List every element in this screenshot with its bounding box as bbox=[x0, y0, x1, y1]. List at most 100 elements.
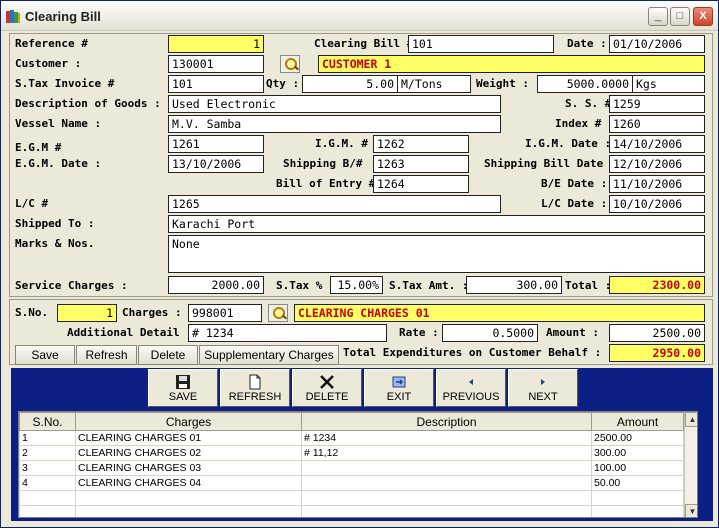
cell-charges: CLEARING CHARGES 03 bbox=[75, 460, 302, 476]
title-bar[interactable]: Clearing Bill _ □ X bbox=[1, 1, 718, 31]
customer-code-field[interactable]: 130001 bbox=[168, 55, 264, 73]
minimize-button[interactable]: _ bbox=[648, 7, 668, 26]
index-field[interactable]: 1260 bbox=[609, 115, 705, 133]
weight-field[interactable]: 5000.0000 bbox=[537, 75, 633, 93]
qty-field[interactable]: 5.00 bbox=[302, 75, 398, 93]
toolbar-previous-button[interactable]: PREVIOUS bbox=[436, 369, 506, 407]
toolbar-exit-button[interactable]: EXIT bbox=[364, 369, 434, 407]
total-field[interactable]: 2300.00 bbox=[609, 276, 705, 294]
supplementary-charges-button[interactable]: Supplementary Charges bbox=[199, 345, 339, 365]
rate-label: Rate : bbox=[399, 326, 439, 339]
be-date-field[interactable]: 11/10/2006 bbox=[609, 175, 705, 193]
close-button[interactable]: X bbox=[693, 7, 713, 26]
col-header-charges[interactable]: Charges bbox=[75, 412, 302, 431]
customer-search-icon[interactable] bbox=[280, 55, 300, 73]
shipping-bill-date-label: Shipping Bill Date : bbox=[484, 157, 617, 170]
shipped-to-field[interactable]: Karachi Port bbox=[168, 215, 705, 233]
igm-field[interactable]: 1262 bbox=[373, 135, 469, 153]
maximize-button[interactable]: □ bbox=[670, 7, 690, 26]
date-field[interactable]: 01/10/2006 bbox=[609, 35, 705, 53]
bill-of-entry-field[interactable]: 1264 bbox=[373, 175, 469, 193]
table-row-empty[interactable] bbox=[19, 490, 684, 506]
stax-pct-field[interactable]: 15.00% bbox=[330, 276, 383, 294]
charges-grid[interactable]: S.No. Charges Description Amount 1 CLEAR… bbox=[18, 411, 698, 518]
customer-label: Customer : bbox=[15, 57, 82, 70]
charges-name-field[interactable]: CLEARING CHARGES 01 bbox=[294, 304, 705, 322]
toolbar-save-button[interactable]: SAVE bbox=[148, 369, 218, 407]
delete-x-icon bbox=[320, 375, 334, 389]
ss-field[interactable]: 1259 bbox=[609, 95, 705, 113]
sno-label: S.No. : bbox=[15, 306, 62, 319]
date-label: Date : bbox=[567, 37, 607, 50]
shipping-b-field[interactable]: 1263 bbox=[373, 155, 469, 173]
additional-field[interactable]: # 1234 bbox=[188, 324, 387, 342]
lc-date-field[interactable]: 10/10/2006 bbox=[609, 195, 705, 213]
lc-field[interactable]: 1265 bbox=[168, 195, 501, 213]
table-row[interactable]: 1 CLEARING CHARGES 01 # 1234 2500.00 bbox=[19, 430, 684, 446]
amount-field[interactable]: 2500.00 bbox=[609, 324, 705, 342]
scroll-up-icon[interactable]: ▲ bbox=[685, 412, 697, 427]
cell-sno: 3 bbox=[19, 460, 76, 476]
col-header-sno[interactable]: S.No. bbox=[19, 412, 76, 431]
detail-refresh-button[interactable]: Refresh bbox=[76, 345, 137, 365]
cell-description: # 11,12 bbox=[301, 445, 592, 461]
service-charges-label: Service Charges : bbox=[15, 279, 128, 292]
cell-sno: 1 bbox=[19, 430, 76, 446]
igm-date-label: I.G.M. Date : bbox=[525, 137, 612, 150]
exit-icon bbox=[392, 376, 406, 388]
table-row[interactable]: 3 CLEARING CHARGES 03 100.00 bbox=[19, 460, 684, 476]
col-header-amount[interactable]: Amount bbox=[591, 412, 684, 431]
cell-description bbox=[301, 460, 592, 476]
shipped-to-label: Shipped To : bbox=[15, 217, 95, 230]
toolbar-delete-button[interactable]: DELETE bbox=[292, 369, 362, 407]
cell-charges: CLEARING CHARGES 01 bbox=[75, 430, 302, 446]
table-row[interactable]: 2 CLEARING CHARGES 02 # 11,12 300.00 bbox=[19, 445, 684, 461]
stax-invoice-field[interactable]: 101 bbox=[168, 75, 264, 93]
rate-field[interactable]: 0.5000 bbox=[442, 324, 538, 342]
egm-label: E.G.M # bbox=[15, 141, 62, 154]
amount-label: Amount : bbox=[546, 326, 599, 339]
egm-field[interactable]: 1261 bbox=[168, 135, 264, 153]
egm-date-field[interactable]: 13/10/2006 bbox=[168, 155, 264, 173]
qty-unit-field[interactable]: M/Tons bbox=[397, 75, 471, 93]
scroll-down-icon[interactable]: ▼ bbox=[685, 504, 697, 517]
table-row-empty[interactable] bbox=[19, 505, 684, 517]
table-row[interactable]: 4 CLEARING CHARGES 04 50.00 bbox=[19, 475, 684, 491]
detail-delete-button[interactable]: Delete bbox=[138, 345, 198, 365]
cell-charges: CLEARING CHARGES 02 bbox=[75, 445, 302, 461]
cell-charges: CLEARING CHARGES 04 bbox=[75, 475, 302, 491]
detail-save-button[interactable]: Save bbox=[15, 345, 75, 365]
marks-field[interactable]: None bbox=[168, 235, 705, 273]
customer-name-field[interactable]: CUSTOMER 1 bbox=[318, 55, 705, 73]
vessel-field[interactable]: M.V. Samba bbox=[168, 115, 501, 133]
bill-of-entry-label: Bill of Entry # bbox=[276, 177, 376, 190]
igm-date-field[interactable]: 14/10/2006 bbox=[609, 135, 705, 153]
reference-field[interactable]: 1 bbox=[168, 35, 264, 53]
charges-code-field[interactable]: 998001 bbox=[188, 304, 262, 322]
reference-label: Reference # bbox=[15, 37, 88, 50]
stax-pct-label: S.Tax % bbox=[276, 279, 323, 292]
charges-label: Charges : bbox=[122, 306, 182, 319]
sno-field[interactable]: 1 bbox=[57, 304, 117, 322]
cell-amount: 2500.00 bbox=[591, 430, 684, 446]
toolbar-save-label: SAVE bbox=[168, 391, 198, 403]
page-icon bbox=[249, 374, 261, 390]
shipping-bill-date-field[interactable]: 12/10/2006 bbox=[609, 155, 705, 173]
toolbar-next-button[interactable]: NEXT bbox=[508, 369, 578, 407]
col-header-description[interactable]: Description bbox=[301, 412, 592, 431]
index-label: Index # bbox=[555, 117, 602, 130]
egm-date-label: E.G.M. Date : bbox=[15, 157, 102, 170]
clearing-bill-field[interactable]: 101 bbox=[408, 35, 554, 53]
toolbar-refresh-label: REFRESH bbox=[228, 391, 282, 403]
window-title: Clearing Bill bbox=[25, 9, 101, 24]
description-goods-field[interactable]: Used Electronic bbox=[168, 95, 501, 113]
toolbar-refresh-button[interactable]: REFRESH bbox=[220, 369, 290, 407]
weight-unit-field[interactable]: Kgs bbox=[632, 75, 705, 93]
service-charges-field[interactable]: 2000.00 bbox=[168, 276, 264, 294]
grid-vertical-scrollbar[interactable]: ▲ ▼ bbox=[684, 412, 697, 517]
cell-amount: 50.00 bbox=[591, 475, 684, 491]
toolbar-delete-label: DELETE bbox=[305, 391, 349, 403]
stax-amt-field[interactable]: 300.00 bbox=[466, 276, 562, 294]
total-exp-field[interactable]: 2950.00 bbox=[609, 344, 705, 362]
charges-search-icon[interactable] bbox=[268, 304, 288, 322]
